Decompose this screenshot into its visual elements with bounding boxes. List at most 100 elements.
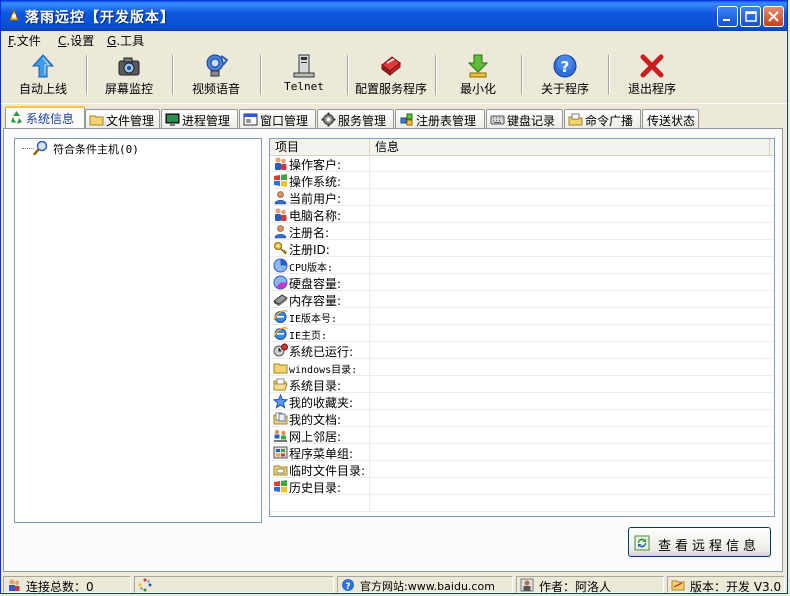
table-row[interactable]: 我的文档: bbox=[270, 410, 774, 427]
table-row[interactable]: 内存容量: bbox=[270, 291, 774, 308]
title-bar[interactable]: 落雨远控【开发版本】 bbox=[1, 1, 787, 31]
folder-open-icon bbox=[273, 378, 288, 391]
status-activity bbox=[134, 576, 334, 593]
table-row[interactable]: 我的收藏夹: bbox=[270, 393, 774, 410]
ie-icon bbox=[273, 310, 288, 323]
table-row[interactable]: 程序菜单组: bbox=[270, 444, 774, 461]
host-tree[interactable]: 符合条件主机(0) bbox=[14, 138, 262, 523]
table-row[interactable]: windows目录: bbox=[270, 359, 774, 376]
view-remote-info-button[interactable]: 查看远程信息 bbox=[628, 527, 771, 557]
item-cell: IE主页: bbox=[270, 325, 370, 342]
star-icon bbox=[273, 394, 288, 409]
item-cell: 网上邻居: bbox=[270, 427, 370, 444]
table-row[interactable]: 注册ID: bbox=[270, 240, 774, 257]
close-button[interactable] bbox=[763, 6, 784, 27]
key-icon bbox=[274, 242, 288, 255]
config-server-button[interactable]: 配置服务程序 bbox=[349, 51, 433, 99]
help-icon: ? bbox=[342, 579, 354, 592]
menu-file[interactable]: F.文件 bbox=[8, 32, 41, 49]
tab-transfer-status[interactable]: 传送状态 bbox=[642, 109, 699, 129]
about-button[interactable]: ? 关于程序 bbox=[524, 51, 606, 99]
row-label: 操作客户: bbox=[289, 158, 342, 172]
column-header-info[interactable]: 信息 bbox=[370, 139, 770, 155]
folder-icon bbox=[273, 363, 288, 374]
row-label: CPU版本: bbox=[289, 263, 334, 274]
info-list[interactable]: 项目 信息 操作客户: 操作系统: 当前用户: 电脑名称: 注册名: 注册ID: CPU版本… bbox=[269, 138, 775, 517]
status-website: ? 官方网站:www.baidu.com bbox=[337, 576, 513, 593]
row-label: 网上邻居: bbox=[289, 430, 342, 444]
table-row[interactable]: 历史目录: bbox=[270, 478, 774, 495]
monitor-icon bbox=[165, 113, 180, 126]
tab-strip: 系统信息 文件管理 进程管理 窗口管理 服务管理 注册表管理 键盘记录 命令广播… bbox=[1, 105, 787, 130]
minimize-arrow-icon bbox=[467, 54, 489, 78]
table-row[interactable]: 系统已运行: bbox=[270, 342, 774, 359]
tree-root-node[interactable]: 符合条件主机(0) bbox=[53, 141, 139, 157]
row-label: 程序菜单组: bbox=[289, 447, 354, 461]
auto-online-button[interactable]: 自动上线 bbox=[3, 51, 83, 99]
table-row[interactable]: 临时文件目录: bbox=[270, 461, 774, 478]
status-bar: 连接总数：0 ? 官方网站:www.baidu.com 作者：阿洛人 版本：开发… bbox=[1, 574, 787, 594]
item-cell: 电脑名称: bbox=[270, 206, 370, 223]
row-label: 注册名: bbox=[289, 226, 330, 240]
item-cell: 系统已运行: bbox=[270, 342, 370, 359]
table-row[interactable]: 操作客户: bbox=[270, 155, 774, 172]
user-icon bbox=[274, 191, 287, 205]
table-row[interactable]: IE版本号: bbox=[270, 308, 774, 325]
tab-keylogger[interactable]: 键盘记录 bbox=[486, 109, 563, 129]
row-label: 电脑名称: bbox=[289, 209, 342, 223]
table-row[interactable]: 硬盘容量: bbox=[270, 274, 774, 291]
tab-process-manager[interactable]: 进程管理 bbox=[161, 109, 238, 129]
tab-file-manager[interactable]: 文件管理 bbox=[85, 109, 160, 129]
table-row[interactable]: CPU版本: bbox=[270, 257, 774, 274]
toolbar-separator bbox=[435, 55, 437, 95]
table-row[interactable]: 当前用户: bbox=[270, 189, 774, 206]
user-icon bbox=[520, 578, 534, 592]
item-cell: 注册名: bbox=[270, 223, 370, 240]
tab-window-manager[interactable]: 窗口管理 bbox=[239, 109, 316, 129]
toolbar-separator bbox=[172, 55, 174, 95]
row-label: 硬盘容量: bbox=[289, 277, 342, 291]
telnet-button[interactable]: Telnet bbox=[263, 51, 345, 99]
row-label: 我的文档: bbox=[289, 413, 342, 427]
row-label: 当前用户: bbox=[289, 192, 342, 206]
exit-x-icon bbox=[640, 54, 664, 78]
tab-registry-manager[interactable]: 注册表管理 bbox=[395, 109, 485, 129]
menu-tools[interactable]: G.工具 bbox=[107, 32, 144, 49]
app-icon bbox=[9, 8, 19, 21]
screen-monitor-button[interactable]: 屏幕监控 bbox=[89, 51, 169, 99]
tab-command-broadcast[interactable]: 命令广播 bbox=[564, 109, 641, 129]
column-header-item[interactable]: 项目 bbox=[270, 139, 370, 155]
table-row[interactable] bbox=[270, 495, 774, 512]
item-cell: 当前用户: bbox=[270, 189, 370, 206]
row-label: 我的收藏夹: bbox=[289, 396, 354, 410]
maximize-button[interactable] bbox=[740, 6, 761, 27]
menu-settings[interactable]: C.设置 bbox=[58, 32, 94, 49]
row-label: 内存容量: bbox=[289, 294, 342, 308]
users-icon bbox=[275, 208, 287, 221]
item-cell: 操作客户: bbox=[270, 155, 370, 172]
table-row[interactable]: IE主页: bbox=[270, 325, 774, 342]
table-row[interactable]: 电脑名称: bbox=[270, 206, 774, 223]
toolbar: 自动上线 屏幕监控 视频语音 Telnet 配置服务程序 最小化 ? 关于程序 … bbox=[1, 49, 787, 104]
minimize-button[interactable] bbox=[717, 6, 738, 27]
tab-system-info[interactable]: 系统信息 bbox=[5, 106, 85, 130]
table-row[interactable]: 注册名: bbox=[270, 223, 774, 240]
table-row[interactable]: 网上邻居: bbox=[270, 427, 774, 444]
row-label: windows目录: bbox=[289, 365, 358, 376]
status-author: 作者：阿洛人 bbox=[516, 576, 664, 594]
toolbar-separator bbox=[86, 55, 88, 95]
exit-button[interactable]: 退出程序 bbox=[611, 51, 693, 99]
users-icon bbox=[275, 157, 287, 170]
table-row[interactable]: 系统目录: bbox=[270, 376, 774, 393]
keyboard-icon bbox=[490, 115, 505, 125]
tab-service-manager[interactable]: 服务管理 bbox=[317, 109, 394, 129]
status-version: 版本：开发 V3.0 bbox=[667, 576, 785, 594]
video-voice-button[interactable]: 视频语音 bbox=[175, 51, 257, 99]
row-label: IE主页: bbox=[289, 331, 328, 342]
main-window: 落雨远控【开发版本】 F.文件 C.设置 G.工具 自动上线 屏幕监控 视频语音… bbox=[0, 0, 788, 594]
table-row[interactable]: 操作系统: bbox=[270, 172, 774, 189]
folder-icon bbox=[89, 115, 104, 126]
row-label: 注册ID: bbox=[289, 243, 330, 257]
minimize-app-button[interactable]: 最小化 bbox=[438, 51, 518, 99]
close-icon bbox=[768, 11, 779, 22]
